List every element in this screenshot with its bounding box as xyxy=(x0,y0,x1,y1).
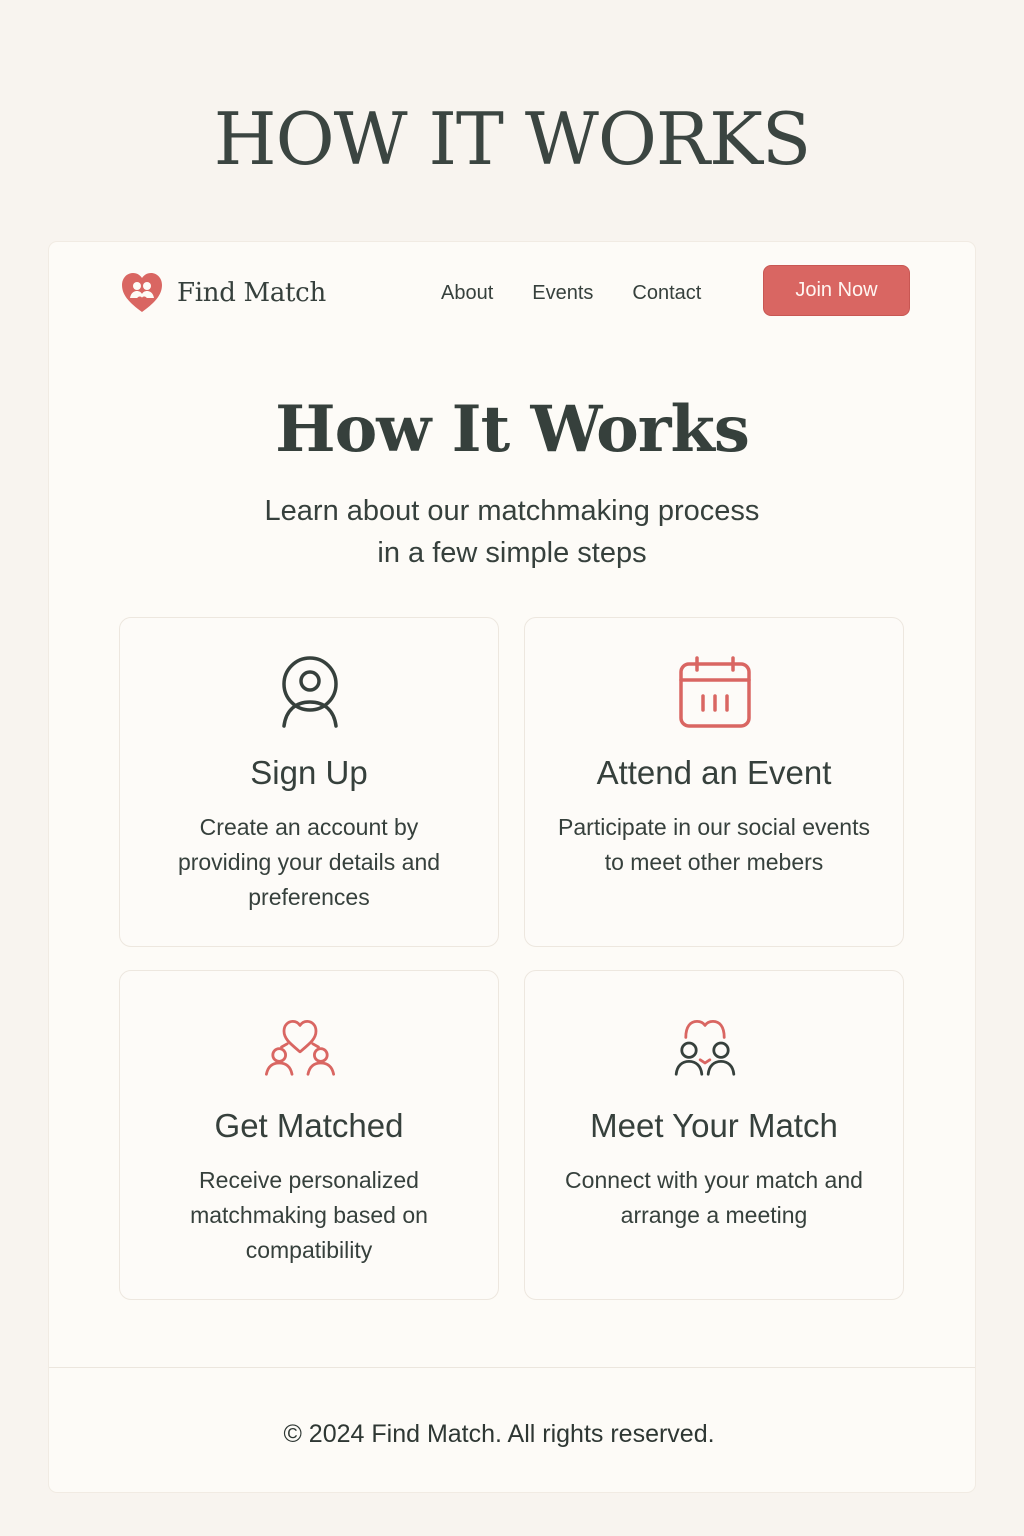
nav-link-about[interactable]: About xyxy=(441,280,493,306)
user-icon xyxy=(270,654,350,734)
heart-couple-logo-icon xyxy=(119,270,165,316)
nav-link-events[interactable]: Events xyxy=(532,280,593,306)
step-card-meet-match: Meet Your Match Connect with your match … xyxy=(524,970,904,1300)
page-subtitle: Learn about our matchmaking process in a… xyxy=(212,490,812,574)
step-title: Get Matched xyxy=(214,1107,404,1144)
step-title: Sign Up xyxy=(250,754,368,791)
brand-name: Find Match xyxy=(177,278,326,308)
step-description: Create an account by providing your deta… xyxy=(177,814,441,910)
main-nav: About Events Contact xyxy=(441,280,701,306)
step-card-sign-up: Sign Up Create an account by providing y… xyxy=(119,617,499,947)
step-description: Receive personalized matchmaking based o… xyxy=(190,1167,428,1263)
step-description: Connect with your match and arrange a me… xyxy=(565,1167,863,1228)
footer-copyright: © 2024 Find Match. All rights reserved. xyxy=(283,1420,715,1448)
step-card-attend-event: Attend an Event Participate in our socia… xyxy=(524,617,904,947)
site-frame: Find Match About Events Contact Join Now… xyxy=(49,242,975,1492)
couple-meet-icon xyxy=(674,1007,755,1087)
step-title: Meet Your Match xyxy=(590,1107,838,1144)
heart-match-icon xyxy=(265,1007,350,1087)
brand-logo-link[interactable]: Find Match xyxy=(119,270,326,316)
step-card-get-matched: Get Matched Receive personalized matchma… xyxy=(119,970,499,1300)
banner-title: HOW IT WORKS xyxy=(213,97,811,181)
subtitle-line: in a few simple steps xyxy=(377,537,647,569)
join-now-button[interactable]: Join Now xyxy=(763,265,910,316)
subtitle-line: Learn about our matchmaking process xyxy=(264,495,760,527)
calendar-icon xyxy=(675,654,755,734)
nav-link-contact[interactable]: Contact xyxy=(632,280,701,306)
step-title: Attend an Event xyxy=(596,754,832,791)
footer-divider xyxy=(49,1367,975,1368)
step-description: Participate in our social events to meet… xyxy=(558,814,870,875)
page-title: How It Works xyxy=(275,392,750,467)
